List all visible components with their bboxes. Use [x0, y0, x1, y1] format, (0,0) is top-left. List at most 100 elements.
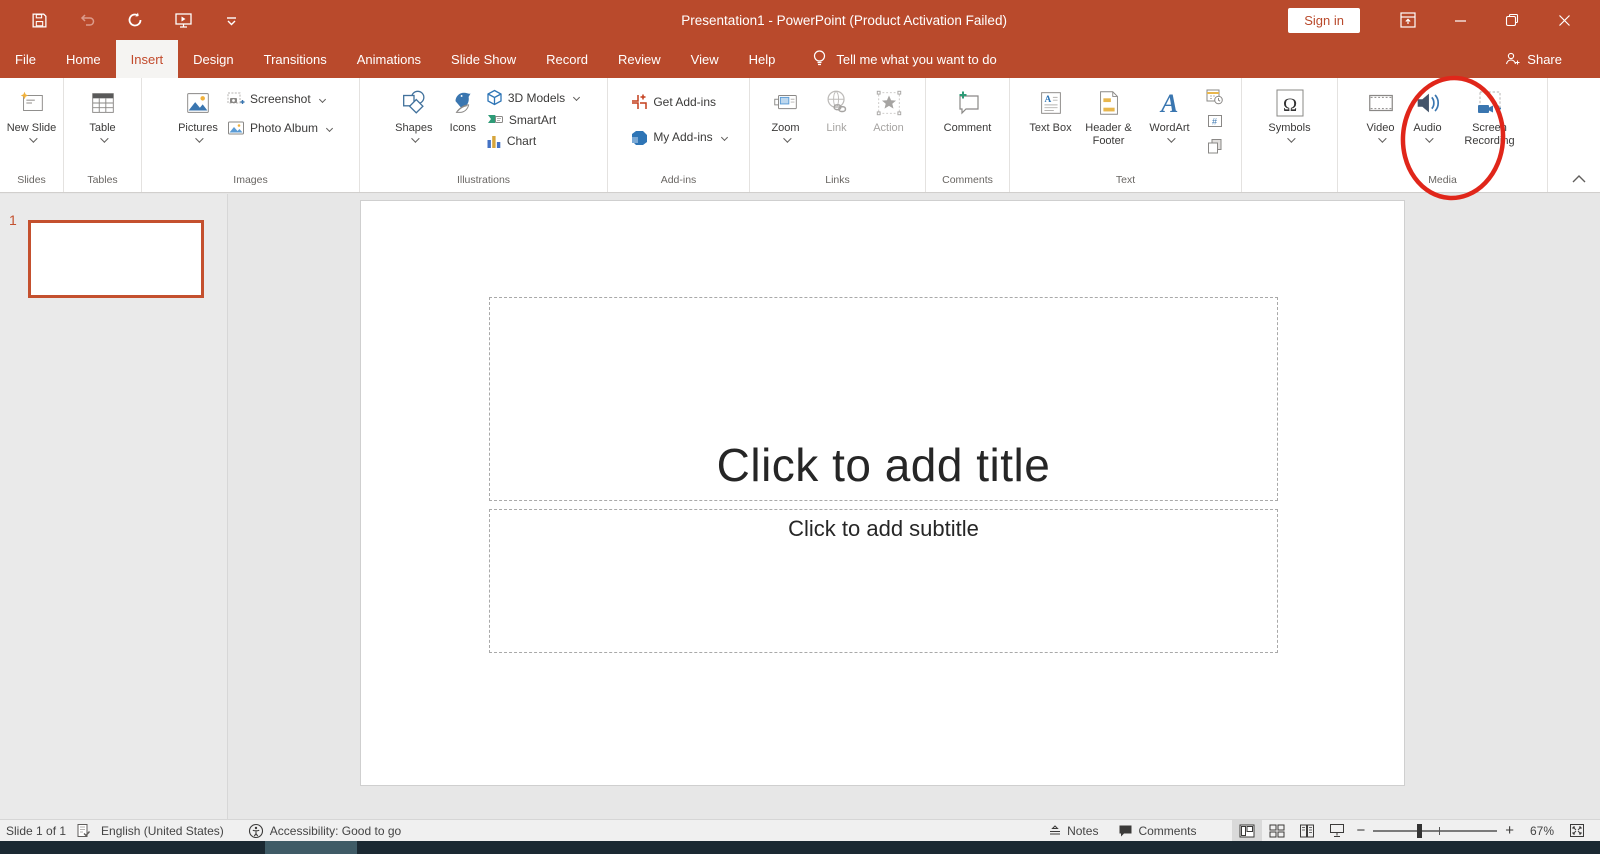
restore-icon [1505, 13, 1519, 27]
video-button[interactable]: Video [1357, 82, 1405, 143]
symbols-button[interactable]: Ω Symbols [1259, 82, 1321, 143]
my-add-ins-button[interactable]: My Add-ins [630, 128, 728, 146]
screen-recording-button[interactable]: Screen Recording [1451, 82, 1529, 148]
minimize-button[interactable] [1434, 5, 1486, 35]
fit-slide-button[interactable] [1562, 820, 1592, 842]
svg-text:Ω: Ω [1283, 95, 1297, 116]
shapes-button[interactable]: Shapes [388, 82, 440, 143]
wordart-button[interactable]: A WordArt [1142, 82, 1198, 143]
work-area: 1 Click to add title Click to add subtit… [0, 194, 1600, 819]
slideshow-icon [174, 12, 192, 28]
repeat-button[interactable] [124, 9, 146, 31]
zoom-slider-track[interactable] [1373, 823, 1498, 838]
audio-button[interactable]: Audio [1405, 82, 1451, 143]
zoom-in-button[interactable]: + [1505, 822, 1514, 839]
chart-icon [487, 136, 501, 148]
ribbon-display-options-icon [1400, 12, 1416, 28]
restore-button[interactable] [1486, 5, 1538, 35]
sign-in-button[interactable]: Sign in [1288, 7, 1360, 33]
tab-design[interactable]: Design [178, 40, 248, 78]
window-title: Presentation1 - PowerPoint (Product Acti… [681, 12, 1007, 28]
zoom-button[interactable]: Zoom [760, 82, 812, 143]
svg-text:#: # [1212, 116, 1217, 126]
action-button[interactable]: Action [862, 82, 916, 135]
tab-record[interactable]: Record [531, 40, 603, 78]
icons-button[interactable]: Icons [440, 82, 486, 135]
action-icon [874, 84, 904, 122]
language-indicator[interactable]: English (United States) [101, 824, 224, 838]
slide-number-button[interactable]: # [1204, 111, 1226, 131]
view-slide-show-button[interactable] [1322, 820, 1352, 842]
group-label-text: Text [1115, 174, 1136, 186]
group-label-images: Images [233, 174, 268, 186]
comment-button[interactable]: Comment [936, 82, 1000, 135]
group-label-add-ins: Add-ins [660, 174, 697, 186]
chevron-down-icon [99, 134, 109, 143]
chevron-down-icon [1286, 134, 1296, 143]
chart-button[interactable]: Chart [486, 133, 579, 149]
undo-button[interactable] [76, 9, 98, 31]
subtitle-placeholder[interactable]: Click to add subtitle [489, 509, 1278, 653]
subtitle-placeholder-text: Click to add subtitle [788, 516, 979, 541]
save-button[interactable] [28, 9, 50, 31]
zoom-level[interactable]: 67% [1518, 824, 1554, 838]
3d-models-icon [487, 89, 502, 106]
undo-icon [80, 14, 95, 26]
screenshot-button[interactable]: Screenshot [227, 91, 332, 107]
close-button[interactable] [1538, 5, 1590, 35]
share-button[interactable]: Share [1504, 40, 1600, 78]
chevron-down-icon [720, 133, 728, 141]
quick-access-toolbar [0, 9, 400, 31]
pictures-button[interactable]: Pictures [169, 82, 227, 143]
tab-file[interactable]: File [0, 40, 51, 78]
customize-qat-button[interactable] [220, 9, 242, 31]
tab-help[interactable]: Help [734, 40, 791, 78]
photo-album-button[interactable]: Photo Album [227, 120, 334, 136]
spell-check-button[interactable] [76, 823, 91, 838]
slide-thumbnail[interactable] [28, 220, 204, 298]
view-reading-button[interactable] [1292, 820, 1322, 842]
object-button[interactable] [1204, 136, 1226, 156]
new-slide-icon [17, 84, 47, 122]
tab-animations[interactable]: Animations [342, 40, 436, 78]
video-icon [1366, 84, 1396, 122]
view-normal-button[interactable] [1232, 819, 1263, 842]
header-footer-button[interactable]: Header & Footer [1076, 82, 1142, 148]
zoom-out-button[interactable]: − [1356, 822, 1365, 839]
omega-symbol-icon: Ω [1273, 84, 1307, 122]
view-slide-sorter-button[interactable] [1262, 820, 1292, 842]
tab-view[interactable]: View [676, 40, 734, 78]
tell-me-box[interactable]: Tell me what you want to do [812, 40, 997, 78]
date-time-button[interactable] [1204, 86, 1226, 106]
svg-text:A: A [1159, 89, 1178, 118]
accessibility-checker[interactable]: Accessibility: Good to go [248, 823, 401, 839]
notes-button[interactable]: Notes [1038, 820, 1108, 842]
taskbar-open-app-indicator[interactable] [265, 841, 357, 854]
ribbon: New Slide Slides Table Tables Pictures S… [0, 78, 1600, 193]
chevron-down-icon [1424, 134, 1434, 143]
zoom-slider-thumb[interactable] [1417, 823, 1423, 838]
new-slide-button[interactable]: New Slide [7, 82, 56, 143]
table-button[interactable]: Table [88, 82, 118, 143]
link-button[interactable]: Link [812, 82, 862, 135]
slide-indicator[interactable]: Slide 1 of 1 [6, 824, 66, 838]
tab-slide-show[interactable]: Slide Show [436, 40, 531, 78]
tab-transitions[interactable]: Transitions [249, 40, 342, 78]
title-placeholder[interactable]: Click to add title [489, 297, 1278, 501]
repeat-icon [128, 12, 142, 27]
tab-review[interactable]: Review [603, 40, 676, 78]
comments-button[interactable]: Comments [1108, 820, 1206, 842]
text-box-button[interactable]: A Text Box [1026, 82, 1076, 135]
svg-text:A: A [1044, 95, 1051, 105]
tab-home[interactable]: Home [51, 40, 116, 78]
tab-insert[interactable]: Insert [115, 40, 179, 78]
comment-icon [952, 84, 984, 122]
3d-models-button[interactable]: 3D Models [486, 89, 581, 106]
start-from-beginning-button[interactable] [172, 9, 194, 31]
accessibility-icon [248, 823, 263, 838]
smartart-button[interactable]: SmartArt [486, 112, 579, 127]
ribbon-display-options-button[interactable] [1382, 5, 1434, 35]
collapse-ribbon-button[interactable] [1572, 170, 1586, 188]
get-add-ins-button[interactable]: Get Add-ins [630, 93, 726, 111]
close-icon [1558, 14, 1570, 26]
